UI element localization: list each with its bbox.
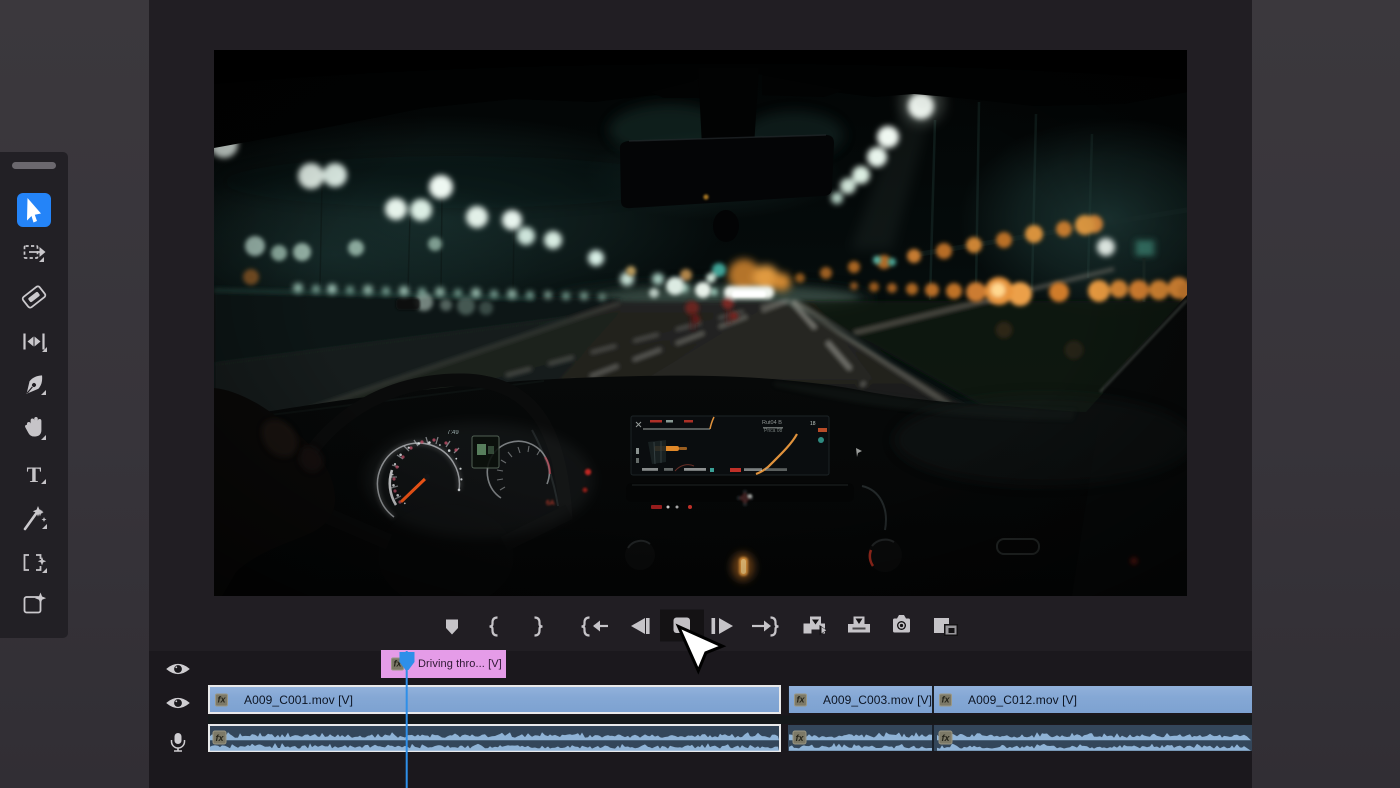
svg-text:fx: fx [941,733,950,743]
svg-text:T: T [27,462,42,487]
svg-text:fx: fx [795,733,804,743]
svg-text:fx: fx [215,733,224,743]
